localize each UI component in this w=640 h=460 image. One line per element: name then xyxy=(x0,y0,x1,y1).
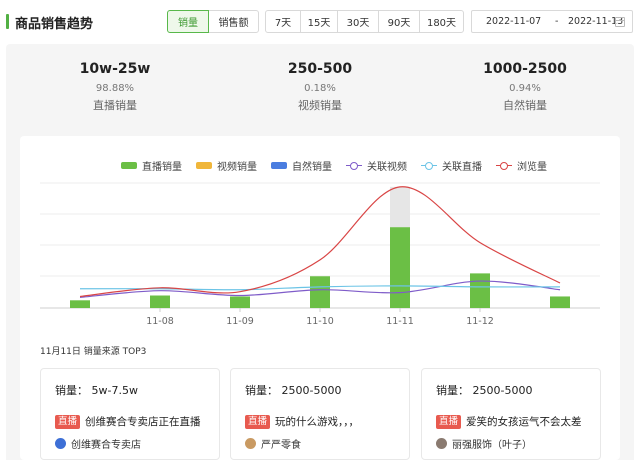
x-tick-label: 11-08 xyxy=(146,316,174,327)
x-tick-label: 11-10 xyxy=(306,316,334,327)
source-description[interactable]: 玩的什么游戏，，， xyxy=(275,414,359,429)
bar-11-11 xyxy=(390,227,410,308)
shop-name[interactable]: 严严零食 xyxy=(261,436,301,451)
x-tick-label: 11-11 xyxy=(386,316,414,327)
bar-11-13 xyxy=(550,296,570,308)
source-sales-volume: 销量： 2500-5000 xyxy=(436,384,533,397)
live-tag-badge: 直播 xyxy=(436,414,462,429)
source-description[interactable]: 创维赛合专卖店正在直播 xyxy=(85,414,201,429)
source-section-title: 11月11日 销量来源 TOP3 xyxy=(40,347,147,357)
source-sales-volume: 销量： 5w-7.5w xyxy=(55,384,138,397)
source-card[interactable]: 销量： 2500-5000 直播 玩的什么游戏，，， 严严零食 xyxy=(230,368,410,460)
sales-trend-chart: 11-08 11-09 11-10 11-11 11-12 xyxy=(40,182,600,327)
x-tick-label: 11-12 xyxy=(466,316,494,327)
shop-avatar xyxy=(245,438,256,449)
shop-name[interactable]: 创维赛合专卖店 xyxy=(71,436,141,451)
bar-11-07 xyxy=(70,300,90,308)
shop-name[interactable]: 丽强服饰（叶子） xyxy=(452,436,532,451)
source-sales-volume: 销量： 2500-5000 xyxy=(245,384,342,397)
bar-11-08 xyxy=(150,295,170,308)
live-tag-badge: 直播 xyxy=(245,414,271,429)
bar-11-09 xyxy=(230,296,250,308)
tab-sales-volume[interactable]: 销量 xyxy=(167,10,209,33)
x-tick-label: 11-09 xyxy=(226,316,254,327)
source-card[interactable]: 销量： 2500-5000 直播 爱笑的女孩运气不会太差 丽强服饰（叶子） xyxy=(421,368,601,460)
bar-11-12 xyxy=(470,273,490,308)
source-description[interactable]: 爱笑的女孩运气不会太差 xyxy=(466,414,582,429)
live-tag-badge: 直播 xyxy=(55,414,81,429)
shop-avatar xyxy=(436,438,447,449)
shop-avatar xyxy=(55,438,66,449)
source-card[interactable]: 销量： 5w-7.5w 直播 创维赛合专卖店正在直播 创维赛合专卖店 xyxy=(40,368,220,460)
bar-11-10 xyxy=(310,276,330,308)
